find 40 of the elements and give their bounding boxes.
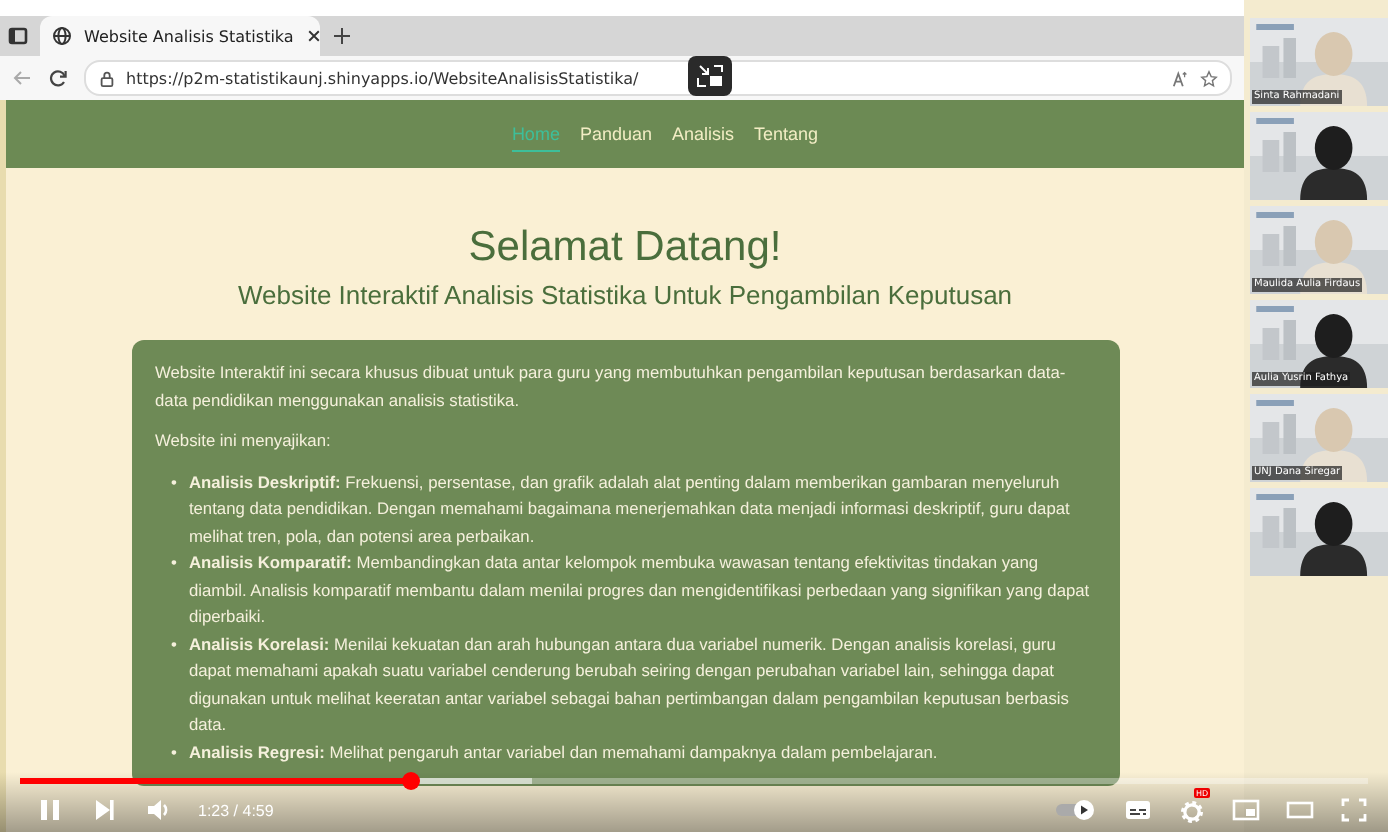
settings-icon[interactable]	[1178, 798, 1206, 826]
autoplay-toggle-icon[interactable]	[1054, 796, 1098, 824]
progress-bar[interactable]	[20, 778, 1368, 784]
bullet: •	[171, 550, 177, 576]
back-icon[interactable]	[12, 68, 32, 88]
feature-item: Analisis Korelasi: Menilai kekuatan dan arah hubungan antara dua variabel numerik. Dengan analisis korelasi, guru dapat memahami apakah suatu variabel cenderung berubah seiring dengan perubahan variabel lain, sehingga dapat digunakan untuk melihat keeratan antar variabel sebagai bahan pertimbangan dalam pengambilan keputusan berbasis data.	[188, 631, 1071, 738]
nav-link[interactable]: Panduan	[579, 117, 652, 151]
tab-actions-icon[interactable]	[8, 26, 28, 46]
exit-fullscreen-icon[interactable]	[688, 56, 732, 96]
fullscreen-icon[interactable]	[1340, 796, 1368, 824]
feature-item: Analisis Komparatif: Membandingkan data antar kelompok membuka wawasan tentang efektivitas tindakan yang diambil. Analisis komparatif membantu dalam menilai progres dan mengidentifikasi perbedaan yang signifikan yang dapat diperbaiki.	[188, 550, 1092, 630]
tab-title: Website Analisis Statistika	[84, 27, 294, 45]
nav-link[interactable]: Analisis	[672, 117, 735, 151]
next-icon[interactable]	[90, 796, 118, 824]
feature-item: Analisis Regresi: Melihat pengaruh antar variabel dan memahami dampaknya dalam pembelajaran.	[188, 739, 940, 766]
close-icon[interactable]	[305, 28, 322, 44]
feature-item: Analisis Deskriptif: Frekuensi, persentase, dan grafik adalah alat penting dalam memberikan gambaran menyeluruh tentang data pendidikan. Dengan memahami bagaimana menerjemahkan data menjadi informasi deskriptif, guru dapat melihat tren, pola, dan potensi area perbaikan.	[188, 469, 1072, 550]
reload-icon[interactable]	[48, 68, 68, 88]
nav-link[interactable]: Home	[511, 117, 560, 151]
miniplayer-icon[interactable]	[1232, 796, 1260, 824]
new-tab-icon[interactable]	[332, 26, 352, 46]
intro-text: Website Interaktif ini secara khusus dibuat untuk para guru yang membutuhkan pengambilan keputusan berdasarkan data-data pendidikan menggunakan analisis statistika.	[155, 360, 1068, 414]
time-display: 1:23 / 4:59	[198, 801, 274, 819]
volume-icon[interactable]	[144, 796, 172, 824]
page-heading: Selamat Datang!	[468, 224, 782, 272]
browser-tab[interactable]: Website Analisis Statistika	[40, 16, 320, 56]
address-field[interactable]: https://p2m-statistikaunj.shinyapps.io/WebsiteAnalisisStatistika/	[84, 60, 1232, 96]
lock-icon	[98, 69, 116, 87]
subtitles-icon[interactable]	[1124, 796, 1152, 824]
globe-icon	[52, 26, 72, 46]
star-icon[interactable]	[1200, 69, 1218, 87]
read-aloud-icon[interactable]	[1172, 69, 1190, 87]
page-subtitle: Website Interaktif Analisis Statistika Untuk Pengambilan Keputusan	[237, 280, 1013, 310]
bullet: •	[171, 631, 177, 657]
pause-icon[interactable]	[36, 796, 64, 824]
list-label: Website ini menyajikan:	[155, 428, 333, 454]
nav-link[interactable]: Tentang	[754, 117, 819, 151]
theater-mode-icon[interactable]	[1286, 796, 1314, 824]
bullet: •	[171, 469, 177, 495]
bullet: •	[171, 739, 177, 765]
